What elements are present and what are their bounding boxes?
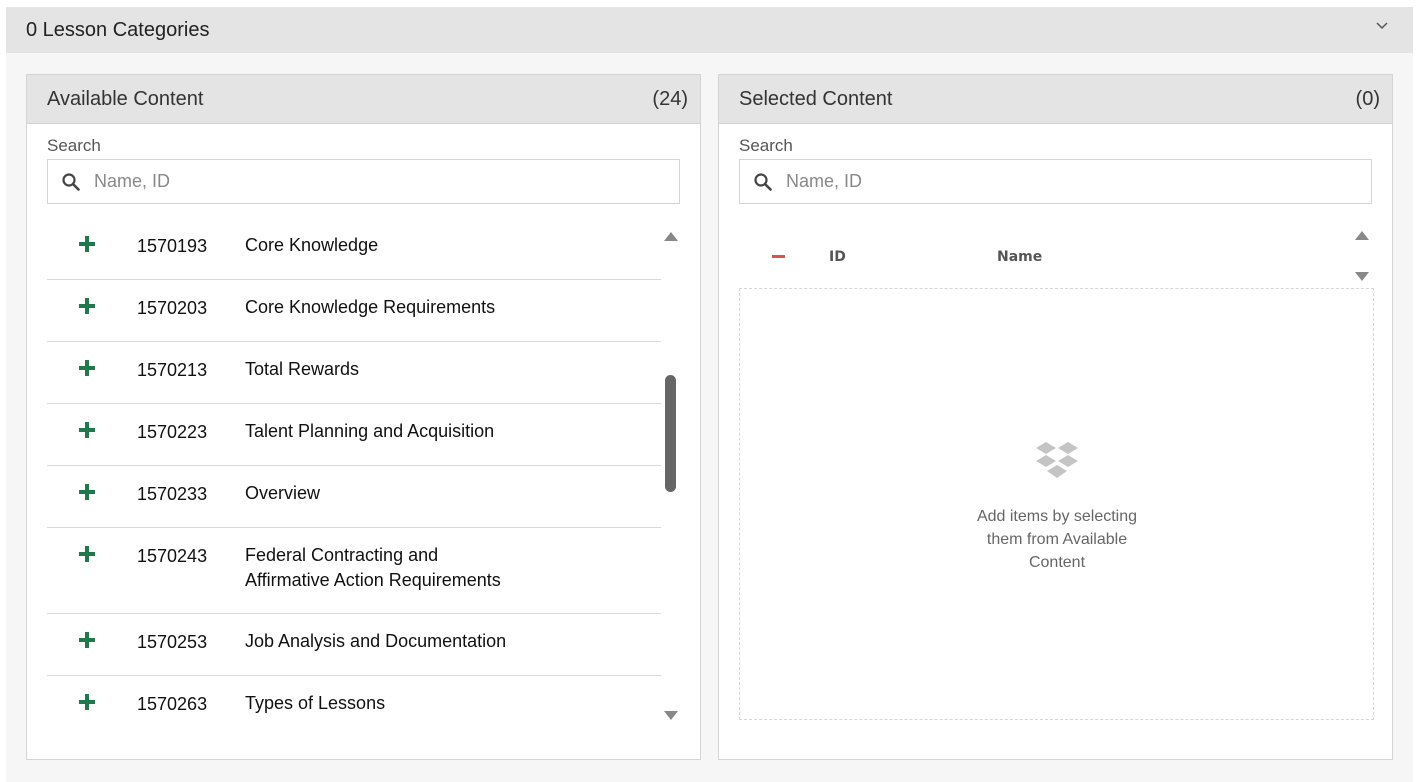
list-item[interactable]: 1570193 Core Knowledge — [47, 218, 661, 280]
scrollbar-thumb[interactable] — [665, 375, 676, 492]
column-header-name[interactable]: Name — [997, 249, 1042, 265]
chevron-down-icon[interactable] — [1375, 19, 1389, 33]
selected-table-header: ID Name — [739, 237, 1372, 277]
available-content-header: Available Content (24) — [27, 75, 700, 124]
list-item[interactable]: 1570213 Total Rewards — [47, 342, 661, 404]
scroll-down-arrow[interactable] — [664, 711, 678, 720]
drop-zone[interactable]: Add items by selecting them from Availab… — [739, 288, 1374, 720]
item-id: 1570193 — [137, 236, 208, 256]
list-item[interactable]: 1570263 Types of Lessons — [47, 676, 661, 738]
list-item[interactable]: 1570223 Talent Planning and Acquisition — [47, 404, 661, 466]
item-name: Overview — [245, 483, 321, 503]
selected-content-title: Selected Content — [739, 87, 893, 110]
lesson-categories-section: 0 Lesson Categories Available Content (2… — [6, 7, 1413, 782]
item-name: Total Rewards — [245, 359, 360, 379]
selected-content-count: (0) — [1355, 87, 1380, 110]
list-item[interactable]: 1570233 Overview — [47, 466, 661, 528]
item-name: Core Knowledge — [245, 235, 379, 255]
item-id: 1570233 — [137, 484, 208, 504]
list-item[interactable]: 1570243 Federal Contracting and Affirmat… — [47, 528, 661, 614]
available-search-input[interactable] — [92, 170, 656, 193]
selected-search-label: Search — [739, 136, 793, 155]
item-id: 1570263 — [137, 694, 208, 714]
item-name: Job Analysis and Documentation — [245, 631, 507, 651]
available-search-label: Search — [47, 136, 101, 155]
column-header-id[interactable]: ID — [829, 249, 846, 265]
item-id: 1570253 — [137, 632, 208, 652]
item-name: Federal Contracting and Affirmative Acti… — [245, 545, 501, 590]
section-header[interactable]: 0 Lesson Categories — [6, 7, 1413, 53]
add-icon[interactable] — [79, 422, 95, 438]
add-icon[interactable] — [79, 298, 95, 314]
selected-content-header: Selected Content (0) — [719, 75, 1392, 124]
add-icon[interactable] — [79, 546, 95, 562]
list-item[interactable]: 1570253 Job Analysis and Documentation — [47, 614, 661, 676]
add-icon[interactable] — [79, 236, 95, 252]
available-search-box[interactable] — [47, 159, 680, 204]
selected-search-box[interactable] — [739, 159, 1372, 204]
empty-state-message: Add items by selecting them from Availab… — [976, 508, 1138, 571]
available-content-panel: Available Content (24) Search 1570193 Co… — [26, 74, 701, 760]
available-content-list: 1570193 Core Knowledge 1570203 Core Know… — [47, 218, 661, 738]
section-title: 0 Lesson Categories — [26, 18, 210, 41]
item-id: 1570243 — [137, 546, 208, 566]
add-icon[interactable] — [79, 360, 95, 376]
scroll-down-arrow[interactable] — [1355, 272, 1369, 281]
list-item[interactable]: 1570203 Core Knowledge Requirements — [47, 280, 661, 342]
scroll-up-arrow[interactable] — [664, 232, 678, 241]
add-icon[interactable] — [79, 484, 95, 500]
search-icon — [754, 172, 772, 191]
item-id: 1570213 — [137, 360, 208, 380]
item-name: Core Knowledge Requirements — [245, 297, 496, 317]
item-id: 1570203 — [137, 298, 208, 318]
add-icon[interactable] — [79, 694, 95, 710]
scroll-up-arrow[interactable] — [1355, 231, 1369, 240]
item-name: Talent Planning and Acquisition — [245, 421, 495, 441]
selected-content-panel: Selected Content (0) Search ID Name — [718, 74, 1393, 760]
item-id: 1570223 — [137, 422, 208, 442]
remove-all-icon[interactable] — [772, 255, 785, 258]
search-icon — [62, 172, 80, 191]
available-content-title: Available Content — [47, 87, 204, 110]
available-content-count: (24) — [652, 87, 688, 110]
add-icon[interactable] — [79, 632, 95, 648]
item-name: Types of Lessons — [245, 693, 386, 713]
dropbox-icon — [1036, 442, 1078, 478]
selected-search-input[interactable] — [784, 170, 1348, 193]
